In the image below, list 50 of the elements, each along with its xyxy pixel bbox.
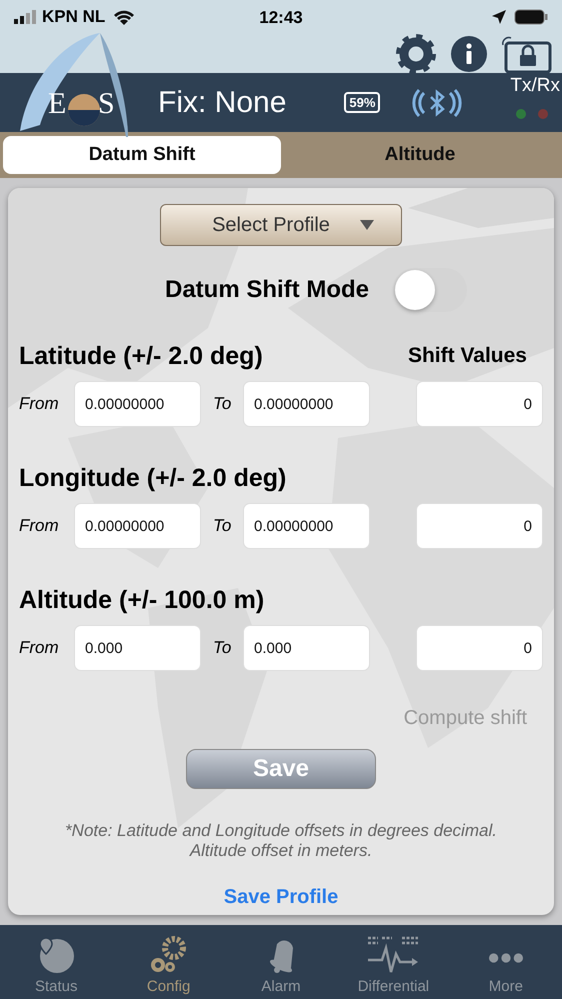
- input-field[interactable]: 0: [416, 625, 543, 671]
- wifi-icon: [113, 9, 136, 25]
- nav-tab[interactable]: Alarm: [224, 925, 338, 999]
- field-label: To: [212, 638, 232, 658]
- input-field[interactable]: 0.00000000: [243, 381, 370, 427]
- column-header: Shift Values: [408, 344, 527, 368]
- txrx-label: Tx/Rx: [510, 75, 560, 97]
- tab[interactable]: Datum Shift: [3, 136, 281, 174]
- input-field[interactable]: 0.00000000: [243, 503, 370, 549]
- mode-label: Datum Shift Mode: [165, 276, 369, 304]
- tx-indicator: [516, 109, 526, 119]
- field-label: From: [19, 394, 60, 414]
- input-field[interactable]: 0: [416, 381, 543, 427]
- rx-indicator: [538, 109, 548, 119]
- field-label: To: [212, 516, 232, 536]
- section-title: Latitude (+/- 2.0 deg): [19, 342, 263, 370]
- rotation-lock-icon[interactable]: [502, 34, 552, 72]
- device-battery: 59%: [344, 92, 380, 113]
- bluetooth-icon: [410, 88, 464, 118]
- signal-icon: [14, 10, 36, 24]
- carrier-name: KPN NL: [42, 7, 106, 27]
- nav-tab[interactable]: Config: [112, 925, 225, 999]
- field-label: From: [19, 638, 60, 658]
- more-icon: [488, 953, 523, 963]
- input-field[interactable]: 0: [416, 503, 543, 549]
- profile-dropdown[interactable]: Select Profile: [160, 204, 402, 246]
- nav-tab[interactable]: More: [450, 925, 562, 999]
- nav-tab[interactable]: Status: [0, 925, 112, 999]
- input-field[interactable]: 0.00000000: [74, 381, 201, 427]
- logo-letter: S: [98, 87, 115, 121]
- field-label: To: [212, 394, 232, 414]
- fix-status: Fix: None: [158, 86, 286, 120]
- input-field[interactable]: 0.000: [243, 625, 370, 671]
- input-field[interactable]: 0.00000000: [74, 503, 201, 549]
- clock-time: 12:43: [259, 8, 303, 28]
- info-icon[interactable]: [450, 34, 488, 72]
- settings-icon[interactable]: [396, 34, 436, 74]
- section-title: Altitude (+/- 100.0 m): [19, 586, 264, 614]
- field-label: From: [19, 516, 60, 536]
- nav-tab[interactable]: Differential: [337, 925, 450, 999]
- waveform-icon: [366, 934, 420, 974]
- caret-icon: [360, 220, 374, 230]
- gears-icon: [148, 934, 189, 974]
- note-text: *Note: Latitude and Longitude offsets in degrees decimal. Altitude offset in meters.: [64, 821, 498, 861]
- tab[interactable]: Altitude: [281, 136, 559, 174]
- section-title: Longitude (+/- 2.0 deg): [19, 464, 286, 492]
- battery-icon: [514, 9, 548, 25]
- input-field[interactable]: 0.000: [74, 625, 201, 671]
- location-icon: [492, 10, 506, 24]
- logo-letter: E: [48, 87, 66, 121]
